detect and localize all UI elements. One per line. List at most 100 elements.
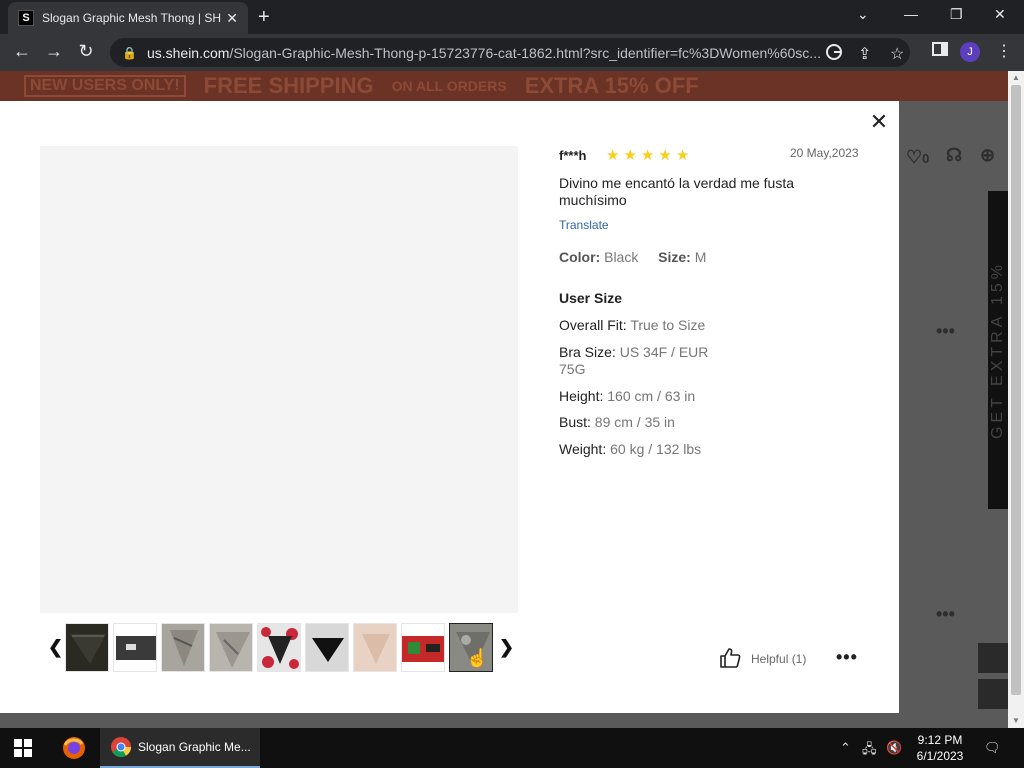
forward-icon[interactable]: → [42,41,66,62]
banner-new-users: NEW USERS ONLY! [24,75,186,97]
star-icon: ★ [640,147,655,164]
color-label: Color: [559,249,601,265]
star-icon: ★ [606,147,620,164]
browser-menu-icon[interactable]: ⋮ [996,41,1012,61]
translate-link[interactable]: Translate [559,218,609,232]
firefox-taskbar-icon[interactable] [62,728,86,768]
size-value: M [694,249,707,265]
helpful-count[interactable]: Helpful (1) [751,652,806,666]
overall-fit-row: Overall Fit: True to Size [559,317,729,334]
back-to-top-icon[interactable] [978,679,1008,709]
size-label: Size: [658,249,691,265]
support-headset-icon[interactable]: ☊ [946,145,962,166]
url-text[interactable]: us.shein.com/Slogan-Graphic-Mesh-Thong-p… [147,45,827,61]
bg-more-icon-2: ••• [936,604,955,624]
lock-icon: 🔒 [122,45,137,60]
color-value: Black [604,249,639,265]
weight-value: 60 kg / 132 lbs [610,441,702,457]
user-size-title: User Size [559,290,623,306]
page-scrollbar[interactable]: ▲ ▼ [1008,71,1024,728]
wishlist-count: 0 [922,151,930,166]
overall-fit-value: True to Size [630,317,706,333]
thumbs-up-icon[interactable] [719,647,741,669]
purchase-attributes: Color: Black Size: M [559,249,706,265]
scrollbar-thumb[interactable] [1011,85,1021,695]
bust-row: Bust: 89 cm / 35 in [559,414,729,431]
language-globe-icon[interactable]: ⊕ [980,145,995,166]
more-options-icon[interactable]: ••• [836,647,858,668]
chrome-icon [111,737,131,757]
google-lens-icon[interactable] [826,44,842,65]
tab-close-icon[interactable]: ✕ [226,10,238,27]
review-image-modal: ✕ ❮ ❯ ☝ f***h ★ ★ ★ ★ ★ 20 May,2023 Divi… [0,101,899,713]
prev-thumbnail-icon[interactable]: ❮ [48,637,63,658]
taskbar-clock[interactable]: 9:12 PM 6/1/2023 [910,732,970,764]
banner-shipping: FREE SHIPPING [203,73,374,98]
wishlist-icon[interactable]: ♡0 [906,147,929,168]
scroll-down-icon[interactable]: ▼ [1012,716,1020,725]
windows-start-icon[interactable] [14,739,32,762]
minimize-icon[interactable]: — [904,6,918,22]
star-icon: ★ [658,147,672,164]
thumbnail-7[interactable] [353,623,397,672]
browser-toolbar: ← → ↻ 🔒 us.shein.com/Slogan-Graphic-Mesh… [0,34,1024,71]
volume-muted-icon[interactable]: 🔇 [886,740,902,756]
thumbnail-2[interactable] [113,623,157,672]
bra-size-label: Bra Size: [559,344,616,360]
thumbnail-3[interactable] [161,623,205,672]
promo-banner[interactable]: NEW USERS ONLY! FREE SHIPPING ON ALL ORD… [0,71,1008,101]
height-value: 160 cm / 63 in [607,388,696,404]
thumbnail-4[interactable] [209,623,253,672]
windows-taskbar: Slogan Graphic Me... ⌃ 🖧 🔇 9:12 PM 6/1/2… [0,728,1024,768]
chrome-taskbar-label: Slogan Graphic Me... [138,740,251,754]
browser-tab[interactable]: S Slogan Graphic Mesh Thong | SH ✕ [8,2,248,34]
tray-chevron-icon[interactable]: ⌃ [840,740,851,756]
network-icon[interactable]: 🖧 [862,740,877,762]
url-host: us.shein.com [146,44,230,61]
share-icon[interactable]: ⇪ [858,44,871,64]
review-text: Divino me encantó la verdad me fusta muc… [559,175,795,208]
star-icon: ★ [623,147,637,164]
banner-extra: EXTRA 15% OFF [524,73,699,98]
bust-label: Bust: [559,414,591,430]
tab-title: Slogan Graphic Mesh Thong | SH [42,11,221,25]
bust-value: 89 cm / 35 in [594,414,675,430]
side-panel-icon[interactable] [928,41,952,62]
thumbnail-6[interactable] [305,623,349,672]
browser-titlebar: S Slogan Graphic Mesh Thong | SH ✕ + ⌄ —… [0,0,1024,34]
restore-icon[interactable]: ❐ [950,6,963,23]
thumbnail-1[interactable] [65,623,109,672]
height-label: Height: [559,388,604,404]
hand-cursor-icon: ☝ [466,648,489,668]
url-path: /Slogan-Graphic-Mesh-Thong-p-15723776-ca… [229,44,821,61]
compare-float-icon[interactable] [978,643,1008,673]
thumbnail-8[interactable] [401,623,445,672]
window-close-icon[interactable]: ✕ [994,6,1006,23]
modal-close-icon[interactable]: ✕ [869,111,889,133]
profile-avatar[interactable]: J [960,42,980,62]
weight-label: Weight: [559,441,607,457]
tab-search-chevron-icon[interactable]: ⌄ [857,6,869,23]
bg-more-icon: ••• [936,321,955,341]
banner-orders: ON ALL ORDERS [391,78,507,94]
clock-time: 9:12 PM [917,733,963,747]
weight-row: Weight: 60 kg / 132 lbs [559,441,729,458]
address-bar[interactable]: 🔒 us.shein.com/Slogan-Graphic-Mesh-Thong… [110,38,910,67]
bra-size-row: Bra Size: US 34F / EUR 75G [559,344,729,378]
chrome-taskbar-button[interactable]: Slogan Graphic Me... [100,728,260,768]
height-row: Height: 160 cm / 63 in [559,388,729,405]
shein-favicon-icon: S [18,10,34,26]
overall-fit-label: Overall Fit: [559,317,627,333]
star-rating: ★ ★ ★ ★ ★ [606,146,689,164]
review-main-image [40,146,518,613]
back-icon[interactable]: ← [10,41,34,62]
notifications-icon[interactable]: 🗨 [984,740,1001,756]
bookmark-star-icon[interactable]: ☆ [890,44,904,64]
reload-icon[interactable]: ↻ [74,41,98,62]
thumbnail-5[interactable] [257,623,301,672]
next-thumbnail-icon[interactable]: ❯ [499,637,514,658]
extra-discount-side-tab[interactable]: GET EXTRA 15% [988,191,1008,509]
new-tab-icon[interactable]: + [258,6,270,29]
scroll-up-icon[interactable]: ▲ [1012,73,1020,82]
clock-date: 6/1/2023 [916,749,964,763]
